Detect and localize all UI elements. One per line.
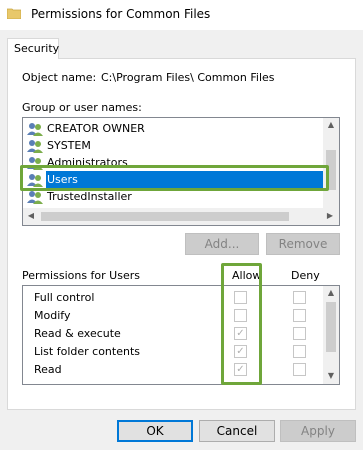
add-button[interactable]: Add... <box>185 233 259 255</box>
users-icon <box>27 191 43 204</box>
list-item-creator-owner[interactable]: CREATOR OWNER <box>27 120 327 137</box>
group-names-label: Group or user names: <box>22 101 142 114</box>
scroll-thumb[interactable] <box>41 212 289 221</box>
users-icon <box>27 140 43 153</box>
annotation-highlight-users <box>20 165 329 191</box>
tab-security-label[interactable]: Security <box>14 42 59 55</box>
object-name-label: Object name: <box>22 71 97 84</box>
folder-icon <box>7 8 21 19</box>
deny-checkbox[interactable] <box>293 327 306 340</box>
permission-row-modify: Modify <box>23 307 323 325</box>
deny-column-header: Deny <box>291 269 320 282</box>
deny-checkbox[interactable] <box>293 291 306 304</box>
remove-button[interactable]: Remove <box>266 233 340 255</box>
scroll-up-icon[interactable]: ▲ <box>323 289 339 297</box>
permission-row-full-control: Full control <box>23 289 323 307</box>
scroll-right-icon[interactable]: ▶ <box>325 212 335 220</box>
permissions-list[interactable]: Full control Modify Read & execute ✓ Lis… <box>22 285 340 385</box>
group-list-hscrollbar[interactable]: ◀ ▶ <box>23 208 339 225</box>
permission-name: Modify <box>34 309 71 322</box>
permission-name: List folder contents <box>34 345 140 358</box>
group-list-vscrollbar[interactable]: ▲ <box>323 118 339 208</box>
list-item-system[interactable]: SYSTEM <box>27 137 327 154</box>
permissions-vscrollbar[interactable]: ▲ ▼ <box>323 286 339 384</box>
deny-checkbox[interactable] <box>293 345 306 358</box>
window-title: Permissions for Common Files <box>31 7 211 21</box>
list-item-label: CREATOR OWNER <box>47 122 145 135</box>
list-item-label: SYSTEM <box>47 139 91 152</box>
list-item-label: TrustedInstaller <box>47 190 132 203</box>
scroll-up-icon[interactable]: ▲ <box>323 121 339 129</box>
deny-checkbox[interactable] <box>293 309 306 322</box>
scroll-left-icon[interactable]: ◀ <box>26 212 36 220</box>
permission-row-read: Read ✓ <box>23 361 323 379</box>
object-name-value: C:\Program Files\ Common Files <box>101 71 275 84</box>
cancel-button[interactable]: Cancel <box>199 420 275 442</box>
scroll-thumb[interactable] <box>326 302 336 352</box>
permission-row-read-execute: Read & execute ✓ <box>23 325 323 343</box>
annotation-highlight-allow <box>221 263 262 385</box>
permission-name: Read <box>34 363 62 376</box>
permission-name: Full control <box>34 291 95 304</box>
permissions-label: Permissions for Users <box>22 269 140 282</box>
apply-button[interactable]: Apply <box>280 420 356 442</box>
permission-name: Read & execute <box>34 327 121 340</box>
ok-button[interactable]: OK <box>117 420 193 442</box>
users-icon <box>27 123 43 136</box>
permission-row-list-folder-contents: List folder contents ✓ <box>23 343 323 361</box>
scroll-down-icon[interactable]: ▼ <box>323 372 339 380</box>
deny-checkbox[interactable] <box>293 363 306 376</box>
